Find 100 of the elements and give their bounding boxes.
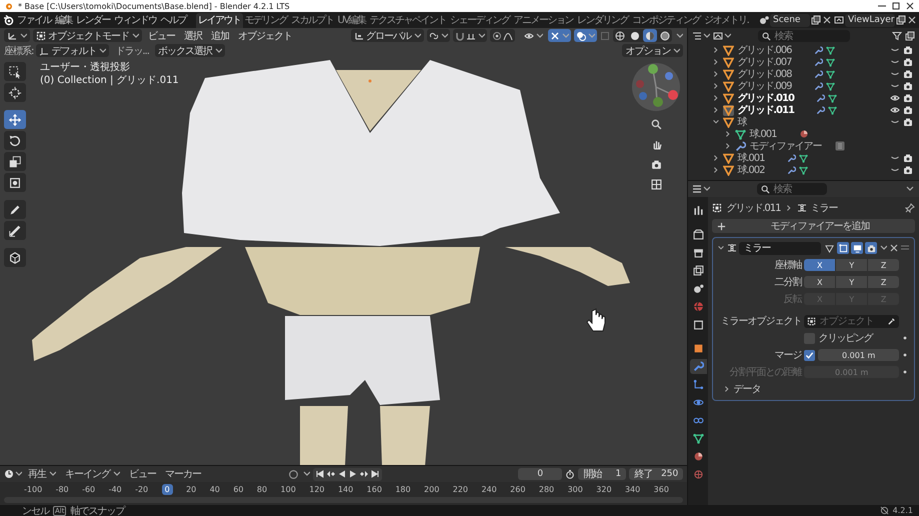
- wrench-icon[interactable]: [814, 46, 823, 54]
- material-icon[interactable]: [798, 129, 809, 139]
- close-icon[interactable]: [907, 15, 916, 25]
- camera-icon[interactable]: [903, 153, 913, 163]
- close-icon[interactable]: [905, 1, 915, 11]
- outliner-item[interactable]: グリッド.009: [737, 79, 792, 93]
- cursor-tool[interactable]: [4, 83, 26, 102]
- blender-logo-icon[interactable]: [3, 14, 15, 26]
- right-arm-drawing[interactable]: [505, 247, 630, 286]
- editor-type-dropdown[interactable]: [4, 29, 30, 42]
- close-icon[interactable]: [889, 243, 898, 253]
- keyframe-dot-icon[interactable]: [902, 352, 908, 358]
- menu-item[interactable]: ヘルプ: [158, 13, 188, 27]
- menu-item[interactable]: マーカー: [162, 468, 204, 481]
- outliner-item[interactable]: 球.002: [737, 163, 765, 177]
- axis-toggle[interactable]: Y: [836, 276, 868, 288]
- wrench-tab[interactable]: [690, 359, 707, 374]
- ruler-tool[interactable]: [4, 221, 26, 240]
- eye-icon[interactable]: [890, 105, 900, 115]
- pivot-dropdown[interactable]: [427, 29, 450, 42]
- wrench-icon[interactable]: [816, 106, 825, 114]
- snap-toggle[interactable]: [453, 29, 487, 42]
- transform-tool[interactable]: [4, 173, 26, 192]
- left-arm-drawing[interactable]: [32, 247, 222, 361]
- menu-item[interactable]: 追加: [208, 29, 232, 42]
- next-keyframe-icon[interactable]: [359, 469, 370, 480]
- outliner-item[interactable]: グリッド.008: [737, 67, 792, 81]
- menu-item[interactable]: 編集: [53, 13, 74, 27]
- select-box-tool[interactable]: [4, 62, 26, 81]
- previous-keyframe-icon[interactable]: [326, 469, 336, 480]
- mesh-data-icon[interactable]: [798, 154, 808, 162]
- proportional-edit-toggle[interactable]: [490, 29, 515, 42]
- add-modifier-button[interactable]: モディファイアーを追加: [712, 219, 915, 233]
- shirt-and-neck-drawing[interactable]: [182, 60, 560, 246]
- end-frame-field[interactable]: 終了 250: [629, 468, 684, 480]
- workspace-tab[interactable]: UV編集: [336, 12, 368, 28]
- wrench-icon[interactable]: [814, 58, 823, 66]
- leg-drawing[interactable]: [300, 406, 348, 466]
- camera-icon[interactable]: [903, 45, 913, 55]
- workspace-tab[interactable]: レンダリング: [575, 12, 630, 28]
- outliner-item[interactable]: グリッド.011: [737, 103, 794, 117]
- mesh-data-icon[interactable]: [826, 58, 835, 66]
- display-mode-dropdown[interactable]: [692, 31, 710, 41]
- jump-end-icon[interactable]: [370, 469, 380, 480]
- mesh-data-icon[interactable]: [828, 106, 837, 114]
- pen-tool[interactable]: [4, 200, 26, 219]
- workspace-tab[interactable]: アニメーション: [512, 12, 576, 28]
- select-mode-dropdown[interactable]: ボックス選択: [154, 44, 225, 57]
- axis-toggle[interactable]: Z: [868, 259, 900, 271]
- play-reverse-icon[interactable]: [337, 469, 348, 480]
- outliner-item[interactable]: 球.001: [737, 151, 765, 165]
- workspace-tab[interactable]: レイアウト: [196, 12, 242, 28]
- rotate-tool[interactable]: [4, 131, 26, 150]
- wrench-icon[interactable]: [786, 154, 796, 162]
- axis-toggle[interactable]: X: [804, 259, 836, 271]
- play-icon[interactable]: [348, 469, 358, 480]
- drag-dropdown[interactable]: ドラッ...: [112, 44, 152, 57]
- workspace-tab[interactable]: シェーディング: [448, 12, 512, 28]
- close-icon[interactable]: [822, 15, 831, 25]
- shorts-drawing[interactable]: [285, 316, 440, 405]
- mode-dropdown[interactable]: オブジェクトモード: [33, 29, 142, 42]
- options-dropdown[interactable]: オプション: [622, 44, 684, 57]
- view-layer-field[interactable]: ViewLayer: [845, 14, 895, 26]
- shading-mode-button[interactable]: [658, 29, 672, 42]
- current-frame-field[interactable]: 0: [518, 468, 562, 480]
- camera-icon[interactable]: [903, 57, 913, 67]
- mesh-data-icon[interactable]: [826, 70, 835, 78]
- outliner-item[interactable]: モディファイアー: [749, 139, 822, 153]
- menu-item[interactable]: ビュー: [145, 29, 178, 42]
- record-icon[interactable]: [288, 468, 300, 480]
- gizmo-toggle[interactable]: [548, 29, 572, 42]
- copy-icon[interactable]: [896, 15, 906, 25]
- scale-tool[interactable]: [4, 152, 26, 171]
- workspace-tab[interactable]: スカルプト: [289, 12, 336, 28]
- axis-toggle[interactable]: Z: [868, 276, 900, 288]
- menu-item[interactable]: 再生: [25, 468, 59, 481]
- modifier-toggle[interactable]: [865, 242, 877, 254]
- modifier-name-field[interactable]: ミラー: [739, 242, 821, 254]
- keyframe-dot-icon[interactable]: [902, 335, 908, 341]
- filter-dropdown[interactable]: [713, 31, 732, 41]
- checkbox[interactable]: [804, 350, 816, 360]
- menu-item[interactable]: ウィンドウ: [112, 13, 158, 27]
- mesh-data-icon[interactable]: [828, 94, 837, 102]
- view-layer-icon[interactable]: [834, 15, 844, 25]
- keyframe-dot-icon[interactable]: [902, 369, 908, 375]
- outliner-item[interactable]: グリッド.007: [737, 55, 792, 69]
- playhead[interactable]: 0: [162, 484, 173, 496]
- editor-type-dropdown[interactable]: [4, 469, 22, 480]
- jump-start-icon[interactable]: [315, 469, 326, 480]
- maximize-icon[interactable]: [891, 1, 901, 11]
- scene-selector-icon[interactable]: [759, 15, 769, 25]
- workspace-tab[interactable]: コンポジティング: [630, 12, 702, 28]
- stopwatch-icon[interactable]: [565, 469, 576, 480]
- menu-item[interactable]: オブジェクト: [235, 29, 295, 42]
- wrench-icon[interactable]: [786, 166, 796, 174]
- eye-icon[interactable]: [890, 93, 900, 103]
- wrench-icon[interactable]: [814, 82, 823, 90]
- overlay-toggle[interactable]: [574, 29, 598, 42]
- filter-icon[interactable]: [892, 31, 902, 41]
- outliner-item[interactable]: グリッド.010: [737, 91, 794, 105]
